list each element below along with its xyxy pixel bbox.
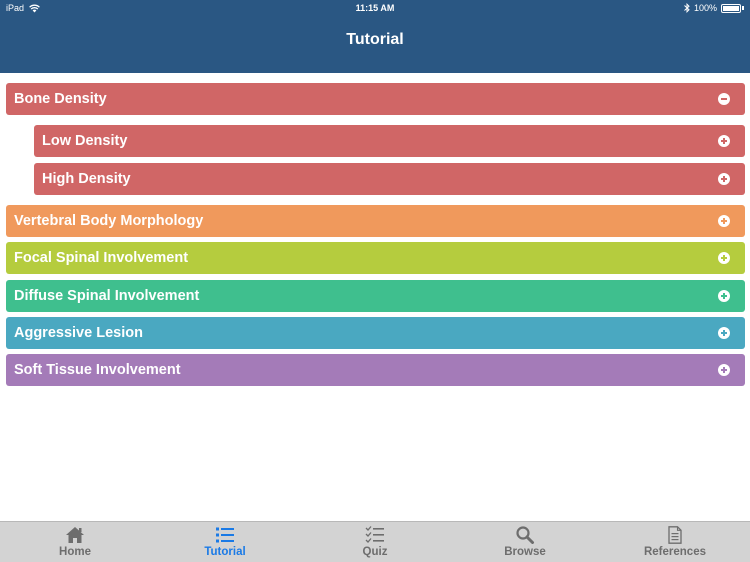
section-label: Diffuse Spinal Involvement [14, 288, 200, 304]
battery-cap-icon [742, 6, 744, 10]
section-soft-tissue-involvement[interactable]: Soft Tissue Involvement [6, 354, 745, 386]
tab-quiz[interactable]: Quiz [300, 522, 450, 562]
section-label: Aggressive Lesion [14, 325, 143, 341]
section-label: High Density [42, 171, 131, 187]
status-time: 11:15 AM [355, 3, 395, 13]
tab-label: Quiz [362, 546, 388, 558]
status-bar: iPad 11:15 AM 100% [0, 0, 750, 16]
expand-icon[interactable] [718, 327, 730, 339]
section-label: Low Density [42, 133, 128, 149]
subsection-high-density[interactable]: High Density [34, 163, 745, 195]
battery-percent: 100% [693, 3, 717, 13]
app-screen: iPad 11:15 AM 100% Tutorial Bone Density [0, 0, 750, 562]
tab-bar: Home Tutorial Quiz Browse References [0, 521, 750, 562]
navigation-bar: iPad 11:15 AM 100% Tutorial [0, 0, 750, 73]
tab-label: References [643, 546, 706, 558]
section-aggressive-lesion[interactable]: Aggressive Lesion [6, 317, 745, 349]
tab-label: Home [59, 546, 91, 558]
status-right: 100% [684, 3, 744, 13]
tab-tutorial[interactable]: Tutorial [150, 522, 300, 562]
expand-icon[interactable] [718, 364, 730, 376]
tab-label: Browse [504, 546, 546, 558]
expand-icon[interactable] [718, 215, 730, 227]
tab-browse[interactable]: Browse [450, 522, 600, 562]
expand-icon[interactable] [718, 290, 730, 302]
section-focal-spinal-involvement[interactable]: Focal Spinal Involvement [6, 242, 745, 274]
bluetooth-icon [684, 3, 690, 13]
section-diffuse-spinal-involvement[interactable]: Diffuse Spinal Involvement [6, 280, 745, 312]
expand-icon[interactable] [718, 135, 730, 147]
battery-icon [721, 3, 741, 13]
section-bone-density[interactable]: Bone Density [6, 83, 745, 115]
section-label: Soft Tissue Involvement [14, 362, 181, 378]
list-icon [216, 527, 234, 543]
expand-icon[interactable] [718, 252, 730, 264]
tab-label: Tutorial [204, 546, 246, 558]
section-label: Bone Density [14, 91, 107, 107]
collapse-icon[interactable] [718, 93, 730, 105]
home-icon [66, 527, 84, 543]
section-vertebral-body-morphology[interactable]: Vertebral Body Morphology [6, 205, 745, 237]
tab-references[interactable]: References [600, 522, 750, 562]
expand-icon[interactable] [718, 173, 730, 185]
tab-home[interactable]: Home [0, 522, 150, 562]
search-icon [516, 526, 534, 544]
checklist-icon [365, 526, 384, 543]
document-icon [668, 526, 682, 544]
page-title: Tutorial [346, 31, 404, 48]
subsection-low-density[interactable]: Low Density [34, 125, 745, 157]
section-label: Vertebral Body Morphology [14, 213, 204, 229]
section-label: Focal Spinal Involvement [14, 250, 189, 266]
